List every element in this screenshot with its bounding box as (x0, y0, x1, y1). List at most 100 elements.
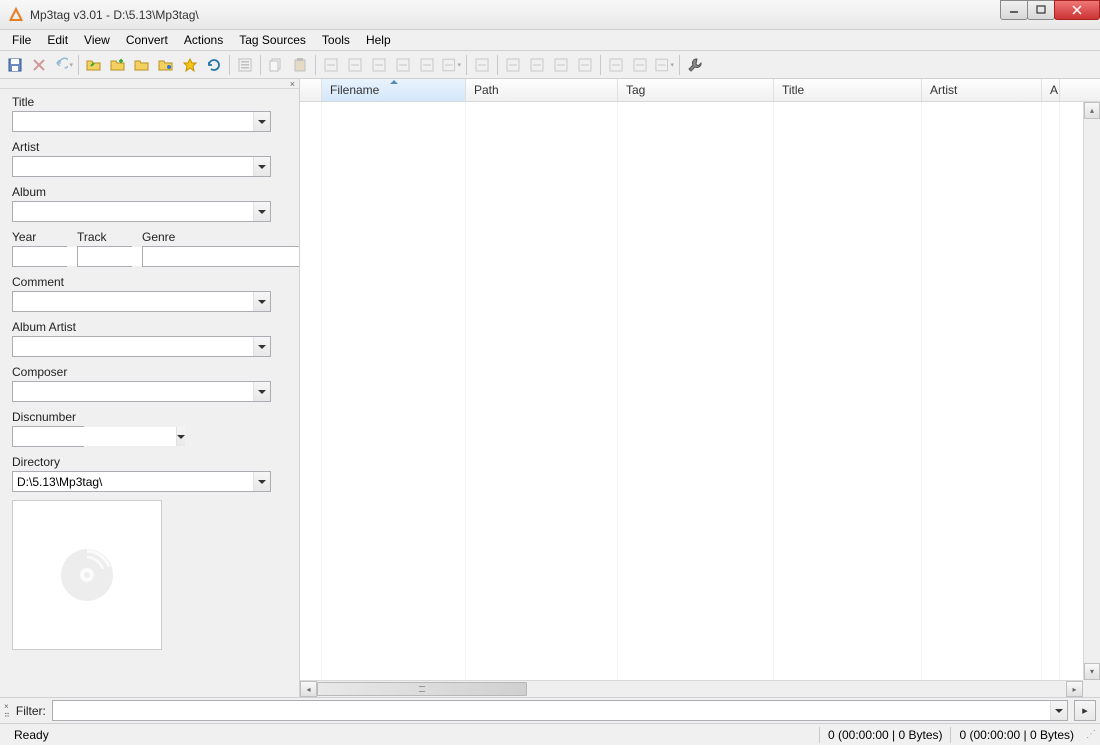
menu-view[interactable]: View (76, 30, 118, 50)
close-button[interactable] (1054, 0, 1100, 20)
playlist-icon (605, 54, 627, 76)
status-stats1: 0 (00:00:00 | 0 Bytes) (820, 728, 951, 742)
status-ready: Ready (6, 728, 57, 742)
paste-tags-icon (289, 54, 311, 76)
album-field[interactable] (12, 201, 271, 222)
status-stats2: 0 (00:00:00 | 0 Bytes) (951, 728, 1082, 742)
open-folder-icon[interactable] (83, 54, 105, 76)
window-title: Mp3tag v3.01 - D:\5.13\Mp3tag\ (30, 8, 199, 22)
dropdown-icon[interactable] (176, 427, 185, 446)
toolbar: ▾ ▾ ▾ (0, 51, 1100, 79)
delete-icon (28, 54, 50, 76)
filelist-horizontal-scrollbar[interactable]: ◂ ▸ (300, 680, 1083, 697)
filter-go-button[interactable] (1074, 700, 1096, 721)
dropdown-icon[interactable] (1050, 701, 1067, 720)
menu-tag-sources[interactable]: Tag Sources (231, 30, 314, 50)
select-all-icon (234, 54, 256, 76)
dropdown-icon[interactable] (253, 292, 270, 311)
filter-field[interactable] (52, 700, 1068, 721)
directory-label: Directory (12, 455, 271, 469)
menu-tools[interactable]: Tools (314, 30, 358, 50)
filename-to-filename-icon (368, 54, 390, 76)
albumartist-field[interactable] (12, 336, 271, 357)
column-path[interactable]: Path (466, 79, 618, 101)
dropdown-icon[interactable] (253, 157, 270, 176)
column-tag[interactable]: Tag (618, 79, 774, 101)
filter-close-icon[interactable]: × (4, 703, 10, 710)
menu-help[interactable]: Help (358, 30, 399, 50)
autonumber-icon (502, 54, 524, 76)
action-quick-icon: ▾ (440, 54, 462, 76)
scroll-right-icon[interactable]: ▸ (1066, 681, 1083, 697)
discnumber-label: Discnumber (12, 410, 271, 424)
menu-file[interactable]: File (4, 30, 39, 50)
tools-icon[interactable] (684, 54, 706, 76)
composer-field[interactable] (12, 381, 271, 402)
dropdown-icon[interactable] (253, 202, 270, 221)
dropdown-icon[interactable] (253, 472, 270, 491)
album-art-placeholder[interactable] (12, 500, 162, 650)
column-filename[interactable]: Filename (322, 79, 466, 101)
artist-field[interactable] (12, 156, 271, 177)
row-header-col[interactable] (300, 79, 322, 101)
status-bar: Ready 0 (00:00:00 | 0 Bytes) 0 (00:00:00… (0, 723, 1100, 745)
filter-grip-icon[interactable]: ⠶ (4, 711, 10, 718)
genre-field[interactable] (142, 246, 299, 267)
save-icon[interactable] (4, 54, 26, 76)
panel-close-icon[interactable]: × (288, 80, 297, 88)
window-titlebar: Mp3tag v3.01 - D:\5.13\Mp3tag\ (0, 0, 1100, 30)
refresh-icon[interactable] (203, 54, 225, 76)
favorite-icon[interactable] (179, 54, 201, 76)
tag-panel-header: × (0, 79, 299, 89)
menu-edit[interactable]: Edit (39, 30, 76, 50)
sort-icon (526, 54, 548, 76)
menu-actions[interactable]: Actions (176, 30, 231, 50)
composer-label: Composer (12, 365, 271, 379)
artist-label: Artist (12, 140, 271, 154)
year-label: Year (12, 230, 67, 244)
folder-up-icon[interactable] (131, 54, 153, 76)
scroll-down-icon[interactable]: ▾ (1084, 663, 1100, 680)
track-field[interactable] (77, 246, 132, 267)
filter-label: Filter: (16, 704, 46, 718)
column-a[interactable]: A (1042, 79, 1060, 101)
export-icon (574, 54, 596, 76)
track-label: Track (77, 230, 132, 244)
album-label: Album (12, 185, 271, 199)
scroll-corner (1083, 680, 1100, 697)
resize-grip-icon[interactable]: ⋰ (1086, 729, 1094, 740)
add-folder-icon[interactable] (107, 54, 129, 76)
scroll-left-icon[interactable]: ◂ (300, 681, 317, 697)
filename-to-tag-icon (344, 54, 366, 76)
albumartist-label: Album Artist (12, 320, 271, 334)
column-title[interactable]: Title (774, 79, 922, 101)
dropdown-icon[interactable] (253, 337, 270, 356)
dropdown-icon[interactable] (253, 112, 270, 131)
comment-label: Comment (12, 275, 271, 289)
scroll-thumb[interactable] (317, 682, 527, 696)
directory-field[interactable] (12, 471, 271, 492)
menu-convert[interactable]: Convert (118, 30, 176, 50)
textfile-to-tag-icon (392, 54, 414, 76)
copy-tags-icon (265, 54, 287, 76)
scroll-up-icon[interactable]: ▴ (1084, 102, 1100, 119)
app-icon (8, 7, 24, 23)
discnumber-field[interactable] (12, 426, 84, 447)
playlist-folder-icon[interactable] (155, 54, 177, 76)
menubar: FileEditViewConvertActionsTag SourcesToo… (0, 30, 1100, 51)
title-label: Title (12, 95, 271, 109)
undo-icon: ▾ (52, 54, 74, 76)
comment-field[interactable] (12, 291, 271, 312)
column-artist[interactable]: Artist (922, 79, 1042, 101)
title-field[interactable] (12, 111, 271, 132)
column-headers: FilenamePathTagTitleArtistA (300, 79, 1100, 102)
web-source-quick-icon: ▾ (653, 54, 675, 76)
edit-tag-icon (471, 54, 493, 76)
minimize-button[interactable] (1000, 0, 1028, 20)
tag-to-tag-icon (416, 54, 438, 76)
web-source-icon (629, 54, 651, 76)
maximize-button[interactable] (1027, 0, 1055, 20)
year-field[interactable] (12, 246, 67, 267)
filelist-vertical-scrollbar[interactable]: ▴ ▾ (1083, 102, 1100, 680)
dropdown-icon[interactable] (253, 382, 270, 401)
